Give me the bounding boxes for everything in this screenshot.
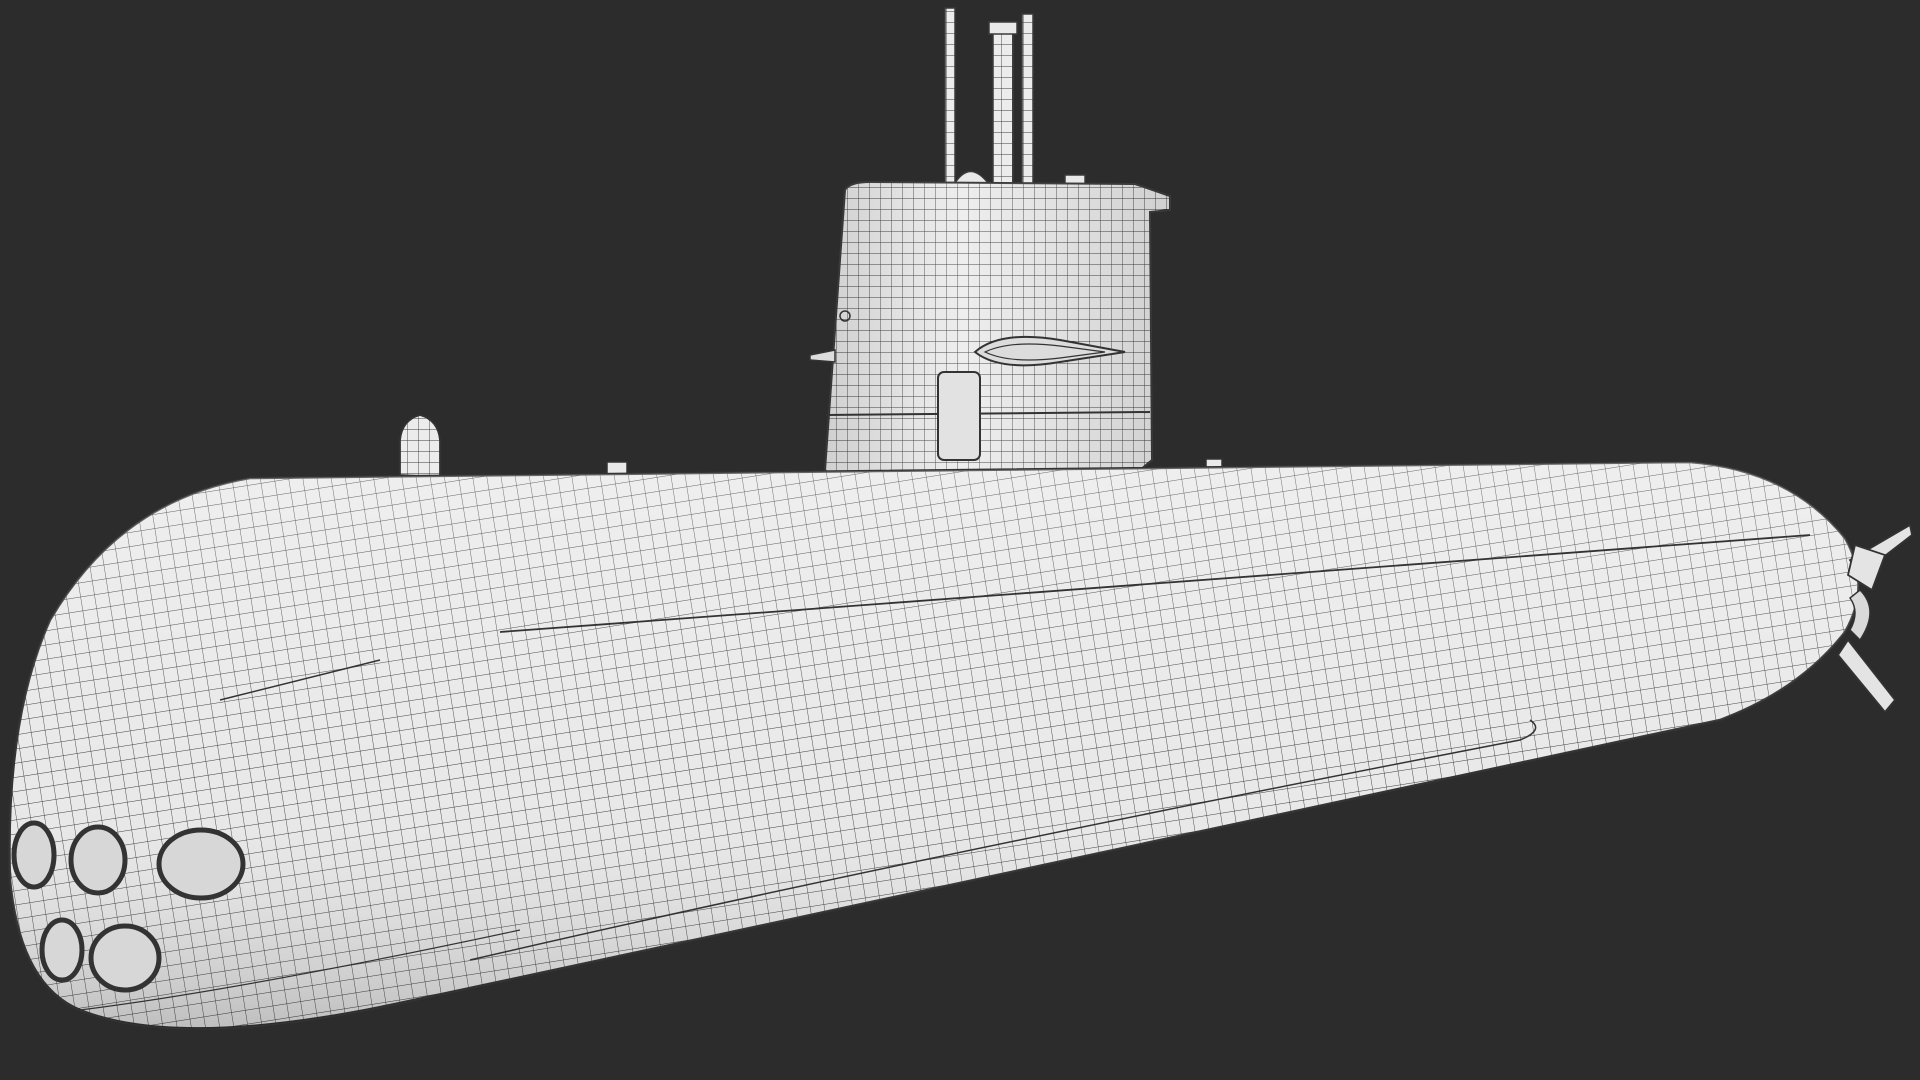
sail-hatch — [937, 371, 981, 461]
submarine-wireframe-render — [8, 7, 1913, 1030]
torpedo-tube-3 — [156, 827, 246, 901]
render-viewport — [0, 0, 1920, 1080]
mast-group — [944, 7, 1086, 188]
antenna-mast-left — [944, 7, 956, 185]
torpedo-tube-4 — [39, 917, 85, 983]
periscope-mast — [992, 23, 1014, 187]
deck-bollard — [399, 414, 441, 478]
torpedo-tube-2 — [68, 824, 128, 896]
mast-fairing-dome — [953, 170, 990, 184]
antenna-mast-right — [1021, 13, 1034, 185]
torpedo-tube-5 — [88, 923, 162, 993]
sail-side-stub — [809, 349, 836, 363]
periscope-head — [988, 21, 1018, 35]
pressure-hull — [8, 460, 1860, 1030]
stern-plane-lower — [1836, 638, 1897, 714]
torpedo-tube-1 — [11, 820, 57, 890]
sail-conning-tower — [809, 180, 1171, 480]
